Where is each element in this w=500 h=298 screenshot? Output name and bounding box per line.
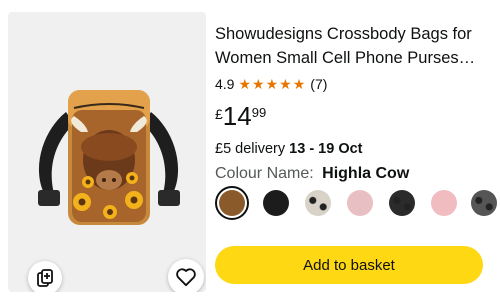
colour-swatch-pink[interactable]: [431, 190, 457, 216]
delivery-dates: 13 - 19 Oct: [289, 141, 363, 157]
heart-icon: [176, 268, 196, 287]
colour-swatch-black[interactable]: [263, 190, 289, 216]
colour-swatch-cow-print[interactable]: [305, 190, 331, 216]
colour-swatch-highland-cow[interactable]: [215, 186, 249, 220]
price-whole: 14: [222, 101, 252, 131]
price-currency: £: [215, 106, 223, 122]
star-rating: ★ ★ ★ ★ ★: [238, 77, 306, 91]
rating-value: 4.9: [215, 76, 235, 92]
colour-value: Highla Cow: [322, 165, 410, 182]
price-fraction: 99: [251, 105, 267, 120]
product-title[interactable]: Showudesigns Crossbody Bags for Women Sm…: [215, 22, 490, 70]
review-count[interactable]: (7): [310, 76, 327, 92]
product-image-panel[interactable]: [8, 12, 206, 292]
star-icon: ★: [252, 76, 265, 92]
star-icon: ★: [279, 76, 292, 92]
product-image[interactable]: [26, 72, 191, 232]
title-line-2[interactable]: Women Small Cell Phone Purses…: [215, 46, 490, 70]
star-icon: ★: [238, 76, 252, 92]
add-to-basket-button[interactable]: Add to basket: [215, 246, 483, 284]
compare-button[interactable]: [28, 261, 62, 292]
star-icon: ★: [265, 76, 279, 92]
colour-swatch-pattern[interactable]: [471, 190, 497, 216]
colour-swatch-black-cow[interactable]: [389, 190, 415, 216]
rating-row[interactable]: 4.9 ★ ★ ★ ★ ★ (7): [215, 76, 327, 92]
product-card[interactable]: Showudesigns Crossbody Bags for Women Sm…: [0, 0, 500, 298]
colour-swatches: [215, 186, 500, 220]
price: £ 14 99: [215, 102, 266, 130]
delivery-prefix: £5 delivery: [215, 141, 286, 157]
wishlist-button[interactable]: [168, 259, 204, 292]
colour-swatch-pink-cow[interactable]: [347, 190, 373, 216]
colour-name: Colour Name: Highla Cow: [215, 165, 409, 183]
colour-label: Colour Name:: [215, 165, 314, 182]
star-icon: ★: [292, 76, 306, 92]
delivery-info: £5 delivery 13 - 19 Oct: [215, 141, 363, 157]
title-line-1[interactable]: Showudesigns Crossbody Bags for: [215, 22, 490, 46]
compare-icon: [37, 269, 53, 287]
